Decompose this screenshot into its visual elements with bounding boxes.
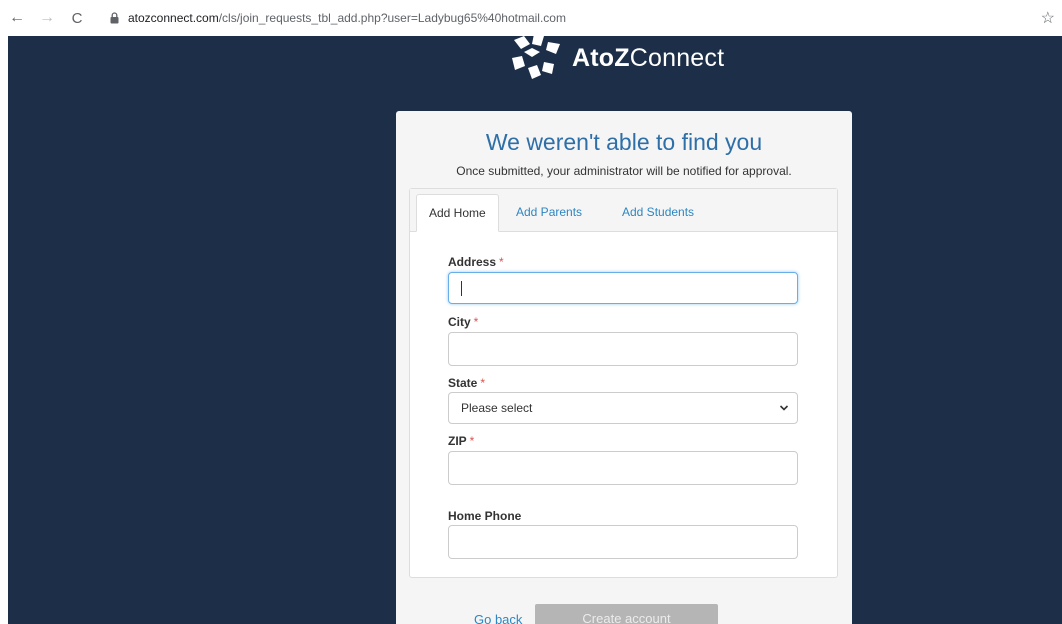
text-cursor — [461, 281, 462, 296]
join-request-panel: We weren't able to find you Once submitt… — [396, 111, 852, 624]
go-back-link[interactable]: Go back — [474, 612, 522, 624]
state-select[interactable]: Please select — [448, 392, 798, 424]
reload-icon[interactable]: C — [68, 9, 86, 27]
url-path: /cls/join_requests_tbl_add.php?user=Lady… — [218, 11, 566, 25]
page-background: AtoZConnect We weren't able to find you … — [8, 36, 1062, 624]
brand-logo: AtoZConnect — [504, 36, 724, 88]
tab-add-parents[interactable]: Add Parents — [504, 194, 594, 230]
puzzle-logo-icon — [512, 36, 560, 79]
required-marker: * — [469, 434, 475, 448]
required-marker: * — [499, 255, 504, 269]
chevron-down-icon — [779, 405, 789, 411]
address-input[interactable] — [448, 272, 798, 304]
bookmark-star-icon[interactable]: ☆ — [1041, 8, 1055, 28]
zip-label: ZIP * — [448, 434, 475, 448]
home-phone-label: Home Phone — [448, 509, 522, 523]
lock-icon — [110, 11, 120, 25]
required-marker: * — [480, 376, 486, 390]
address-bar[interactable]: atozconnect.com/cls/join_requests_tbl_ad… — [110, 6, 1055, 30]
tab-strip: Add Home Add Parents Add Students — [410, 189, 837, 232]
home-phone-input[interactable] — [448, 525, 798, 559]
forward-arrow-icon[interactable]: → — [38, 9, 56, 27]
tab-add-home[interactable]: Add Home — [416, 194, 499, 232]
page-subtitle: Once submitted, your administrator will … — [456, 164, 792, 178]
required-marker: * — [473, 315, 479, 329]
brand-name: AtoZConnect — [572, 43, 725, 72]
city-input[interactable] — [448, 332, 798, 366]
browser-toolbar: ← → C atozconnect.com/cls/join_requests_… — [0, 0, 1062, 36]
city-label: City * — [448, 315, 479, 329]
page-title: We weren't able to find you — [485, 129, 763, 155]
create-account-button[interactable]: Create account — [535, 604, 718, 624]
tab-container: Add Home Add Parents Add Students Addres… — [409, 188, 838, 578]
zip-input[interactable] — [448, 451, 798, 485]
state-select-value: Please select — [461, 401, 533, 415]
tab-add-students[interactable]: Add Students — [610, 194, 706, 230]
form-actions: Go back Create account — [396, 604, 852, 624]
state-label: State * — [448, 376, 486, 390]
url-host: atozconnect.com — [128, 11, 219, 25]
back-arrow-icon[interactable]: ← — [8, 9, 26, 27]
address-label: Address * — [448, 255, 504, 269]
